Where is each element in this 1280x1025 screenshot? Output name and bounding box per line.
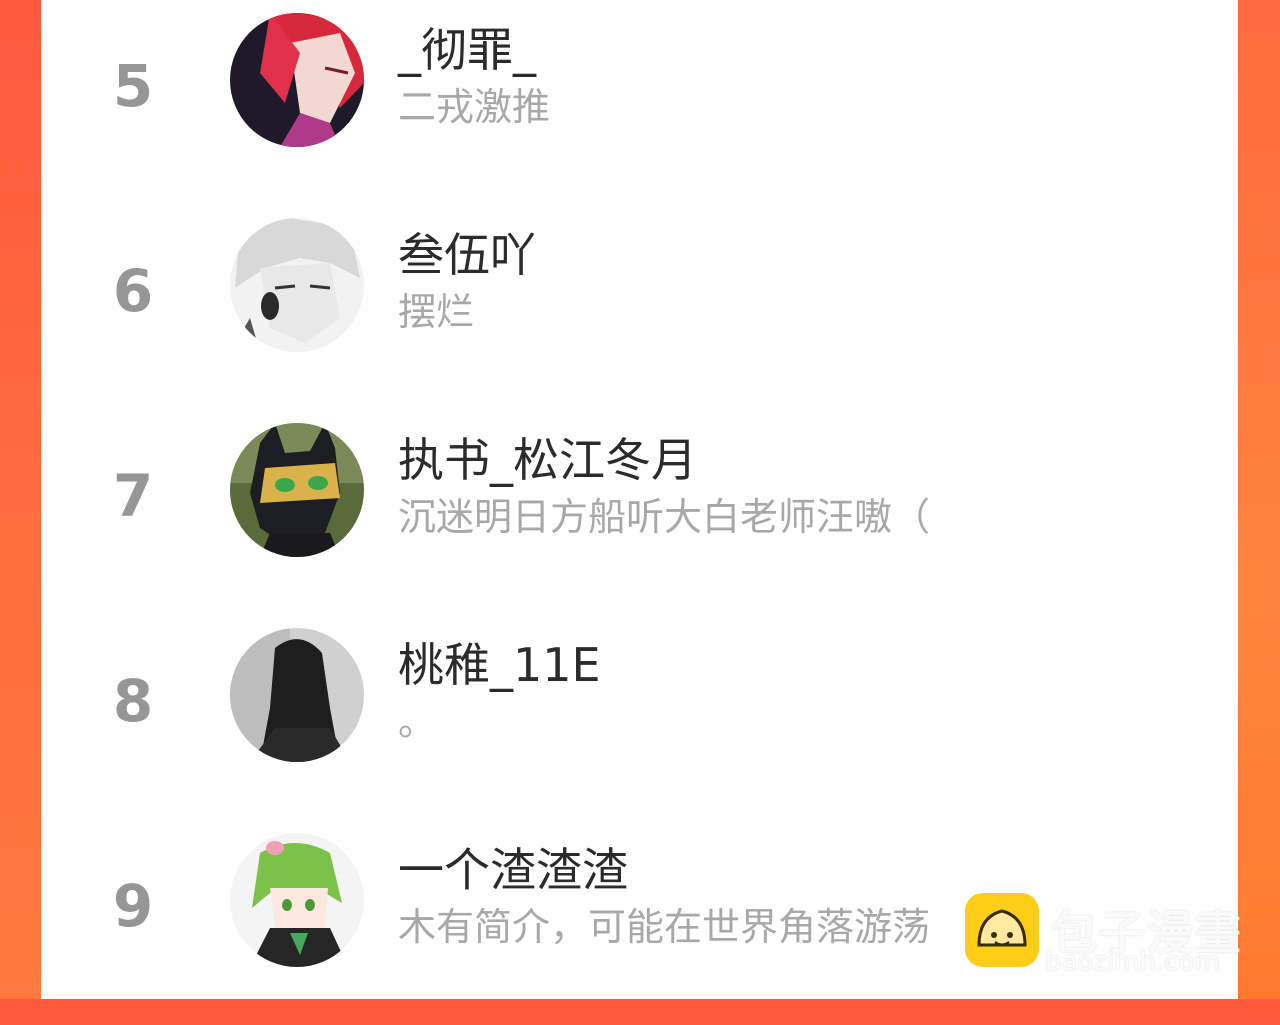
bun-logo-icon <box>965 893 1039 967</box>
user-name[interactable]: 叁伍吖 <box>398 232 536 278</box>
user-bio: 二戎激推 <box>398 85 551 129</box>
rank-number: 5 <box>112 52 154 120</box>
user-bio: 沉迷明日方船听大白老师汪嗷（ <box>398 495 931 539</box>
avatar[interactable] <box>230 833 364 967</box>
user-bio: 摆烂 <box>398 290 475 334</box>
site-watermark: 包子漫畫 baozimh.com <box>965 893 1255 978</box>
user-name[interactable]: 一个渣渣渣 <box>398 847 628 893</box>
avatar[interactable] <box>230 628 364 762</box>
avatar[interactable] <box>230 423 364 557</box>
user-bio: 。 <box>398 700 437 744</box>
avatar[interactable] <box>230 13 364 147</box>
avatar[interactable] <box>230 218 364 352</box>
user-ranking-list: 5 _彻罪_ 二戎激推 6 叁伍吖 摆烂 7 执书_松江冬月 沉迷明日方船听大白… <box>41 0 1238 999</box>
rank-number: 9 <box>112 872 154 940</box>
list-item[interactable]: 5 _彻罪_ 二戎激推 <box>41 0 1238 205</box>
user-name[interactable]: _彻罪_ <box>398 27 536 73</box>
rank-number: 7 <box>112 462 154 530</box>
list-item[interactable]: 7 执书_松江冬月 沉迷明日方船听大白老师汪嗷（ <box>41 410 1238 615</box>
list-item[interactable]: 8 桃稚_11E 。 <box>41 615 1238 820</box>
user-bio: 木有简介，可能在世界角落游荡 <box>398 905 931 949</box>
watermark-url: baozimh.com <box>1045 947 1220 977</box>
rank-number: 6 <box>112 257 154 325</box>
right-edge-gradient <box>1238 0 1280 999</box>
rank-number: 8 <box>112 667 154 735</box>
list-item[interactable]: 6 叁伍吖 摆烂 <box>41 205 1238 410</box>
user-name[interactable]: 执书_松江冬月 <box>398 437 697 483</box>
user-name[interactable]: 桃稚_11E <box>398 642 601 688</box>
